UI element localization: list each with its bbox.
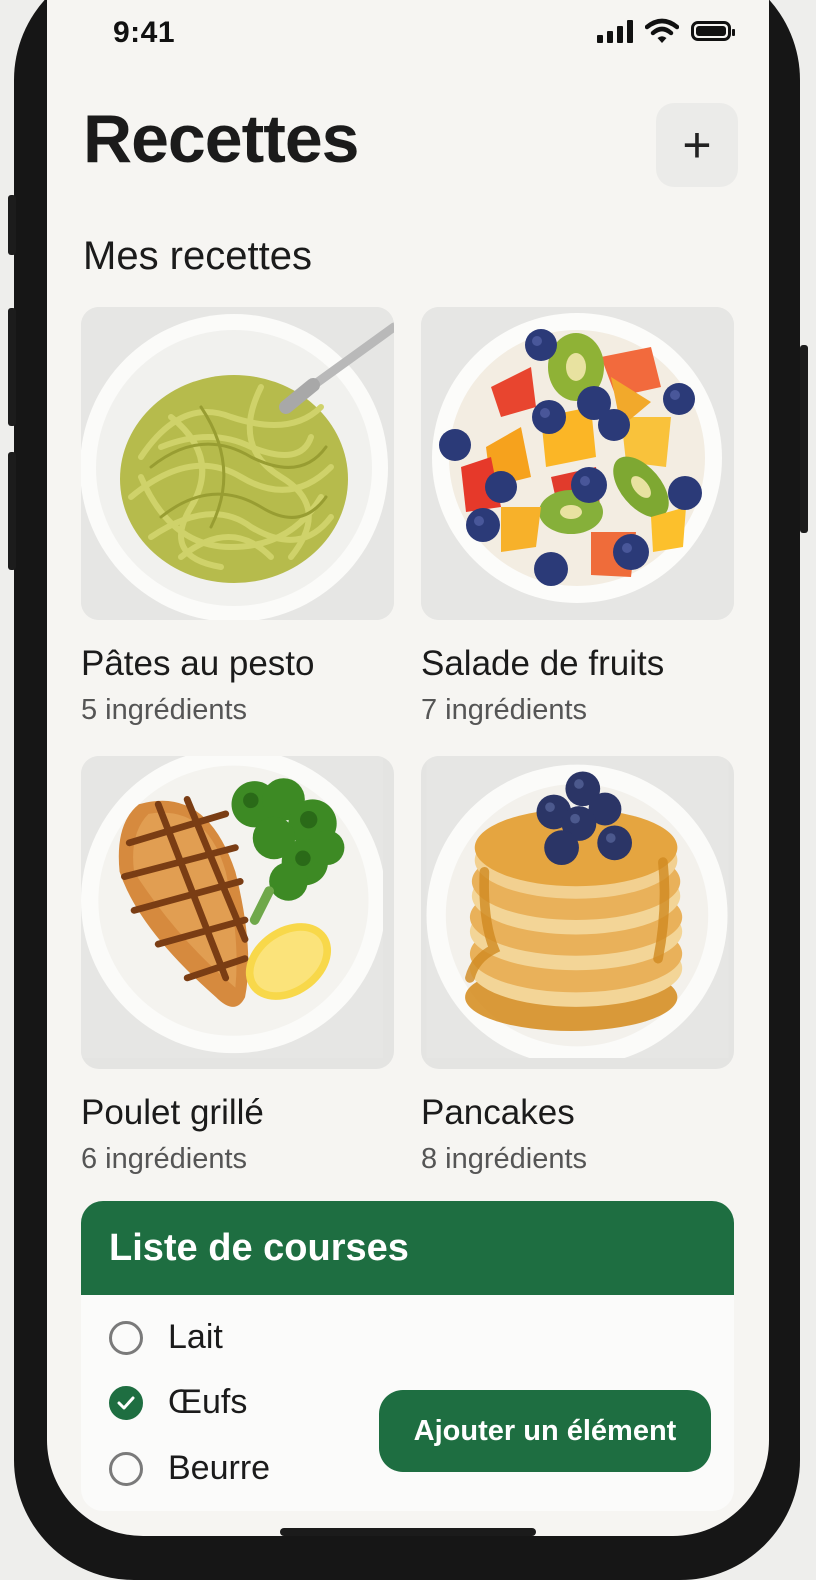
plus-icon: +	[682, 117, 712, 173]
section-title: Mes recettes	[83, 234, 312, 278]
shopping-item[interactable]: Beurre	[109, 1449, 270, 1488]
shopping-list-title: Liste de courses	[81, 1201, 734, 1295]
shopping-item-label: Beurre	[168, 1449, 271, 1487]
unchecked-circle-icon[interactable]	[109, 1451, 143, 1486]
recipe-ingredient-count: 7 ingrédients	[421, 694, 588, 726]
recipe-ingredient-count: 5 ingrédients	[81, 694, 248, 726]
unchecked-circle-icon[interactable]	[109, 1320, 143, 1355]
recipe-name: Pâtes au pesto	[81, 644, 315, 683]
grilled-chicken-photo[interactable]	[81, 756, 394, 1069]
pesto-pasta-photo[interactable]	[81, 307, 394, 620]
recipe-ingredient-count: 6 ingrédients	[81, 1143, 248, 1175]
battery-icon	[691, 21, 735, 41]
power-button	[800, 345, 808, 533]
recipe-name: Poulet grillé	[81, 1093, 264, 1132]
recipe-ingredient-count: 8 ingrédients	[421, 1143, 588, 1175]
shopping-item-label: Œufs	[168, 1383, 248, 1421]
home-indicator[interactable]	[280, 1528, 536, 1536]
recipe-card[interactable]: Poulet grillé 6 ingrédients	[81, 756, 394, 1176]
signal-icon	[597, 19, 633, 43]
shopping-item[interactable]: Œufs	[109, 1383, 247, 1422]
mute-switch	[8, 195, 16, 255]
volume-down-button	[8, 452, 16, 570]
screen: 9:41 Recettes + Mes recettes Pâtes au pe…	[47, 0, 769, 1536]
shopping-list-card: Liste de courses Lait Œufs Beurre Ajoute…	[81, 1201, 734, 1511]
fruit-salad-photo[interactable]	[421, 307, 734, 620]
recipe-card[interactable]: Salade de fruits 7 ingrédients	[421, 307, 734, 727]
volume-up-button	[8, 308, 16, 426]
add-recipe-button[interactable]: +	[656, 103, 738, 187]
checkmark-circle-icon[interactable]	[109, 1385, 143, 1420]
recipe-card[interactable]: Pâtes au pesto 5 ingrédients	[81, 307, 394, 727]
add-item-button[interactable]: Ajouter un élément	[379, 1390, 711, 1472]
status-icons	[597, 18, 735, 44]
pancakes-photo[interactable]	[421, 756, 734, 1069]
shopping-item[interactable]: Lait	[109, 1318, 223, 1357]
shopping-item-label: Lait	[168, 1318, 223, 1356]
status-time: 9:41	[113, 16, 176, 49]
recipe-card[interactable]: Pancakes 8 ingrédients	[421, 756, 734, 1176]
recipe-name: Pancakes	[421, 1093, 575, 1132]
recipe-name: Salade de fruits	[421, 644, 665, 683]
page-title: Recettes	[83, 101, 359, 177]
wifi-icon	[645, 18, 679, 43]
